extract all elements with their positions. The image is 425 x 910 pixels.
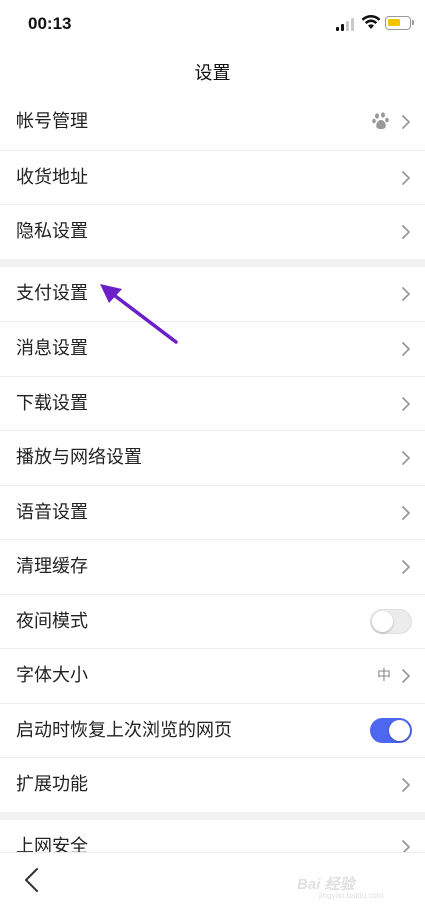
chevron-right-icon	[402, 115, 410, 129]
settings-row-extensions[interactable]: 扩展功能	[0, 757, 425, 812]
row-label: 下载设置	[16, 392, 88, 414]
chevron-right-icon	[402, 396, 410, 411]
row-label: 支付设置	[16, 282, 88, 304]
night-mode-toggle[interactable]	[370, 608, 412, 634]
battery-icon	[385, 16, 414, 30]
section-divider	[0, 811, 425, 820]
baidu-paw-icon	[372, 112, 389, 130]
row-label: 消息设置	[16, 338, 88, 359]
settings-row-payment[interactable]: 支付设置	[0, 266, 425, 321]
status-bar: 00:13	[0, 0, 425, 50]
row-label: 帐号管理	[16, 111, 88, 132]
settings-row-download[interactable]: 下载设置	[0, 375, 425, 430]
toggle-knob	[372, 610, 393, 632]
restore-pages-toggle[interactable]	[370, 717, 412, 743]
status-time: 00:13	[28, 14, 72, 33]
chevron-right-icon	[402, 560, 410, 574]
wifi-icon	[361, 14, 381, 29]
settings-row-account[interactable]: 帐号管理	[0, 95, 425, 150]
chevron-right-icon	[402, 225, 410, 239]
settings-row-restore-pages: 启动时恢复上次浏览的网页	[0, 702, 425, 757]
settings-row-night-mode: 夜间模式	[0, 593, 425, 648]
settings-row-privacy[interactable]: 隐私设置	[0, 204, 425, 259]
toggle-knob	[389, 719, 410, 741]
row-label: 夜间模式	[16, 610, 88, 632]
bottom-toolbar: Bai 经验 jingyan.baidu.com	[0, 852, 425, 910]
row-label: 清理缓存	[16, 556, 88, 577]
chevron-right-icon	[402, 778, 410, 792]
font-size-value: 中	[377, 668, 391, 684]
page-title: 设置	[194, 63, 231, 84]
chevron-right-icon	[402, 451, 410, 465]
row-label: 播放与网络设置	[16, 447, 142, 468]
back-arrow-icon[interactable]	[22, 867, 42, 893]
row-label: 启动时恢复上次浏览的网页	[16, 719, 232, 741]
watermark-sub: jingyan.baidu.com	[319, 891, 384, 900]
row-label: 字体大小	[16, 665, 88, 686]
row-label: 隐私设置	[16, 221, 88, 242]
baidu-jingyan-watermark: Bai 经验 jingyan.baidu.com	[297, 863, 407, 903]
chevron-right-icon	[402, 505, 410, 520]
settings-row-playback-network[interactable]: 播放与网络设置	[0, 430, 425, 485]
settings-row-voice[interactable]: 语音设置	[0, 484, 425, 539]
settings-row-address[interactable]: 收货地址	[0, 149, 425, 204]
settings-row-message[interactable]: 消息设置	[0, 321, 425, 376]
row-label: 扩展功能	[16, 774, 88, 795]
signal-icon	[336, 17, 356, 31]
chevron-right-icon	[402, 669, 410, 683]
chevron-right-icon	[402, 286, 410, 301]
settings-row-clear-cache[interactable]: 清理缓存	[0, 539, 425, 594]
row-label: 收货地址	[16, 166, 88, 188]
chevron-right-icon	[402, 342, 410, 356]
row-label: 语音设置	[16, 501, 88, 523]
settings-row-font-size[interactable]: 字体大小 中	[0, 648, 425, 703]
section-divider	[0, 258, 425, 267]
chevron-right-icon	[402, 170, 410, 185]
settings-list: 帐号管理 收货地址 隐私设置 支付设置 消息设置 下载设置 播放与网络设置 语音…	[0, 95, 425, 874]
